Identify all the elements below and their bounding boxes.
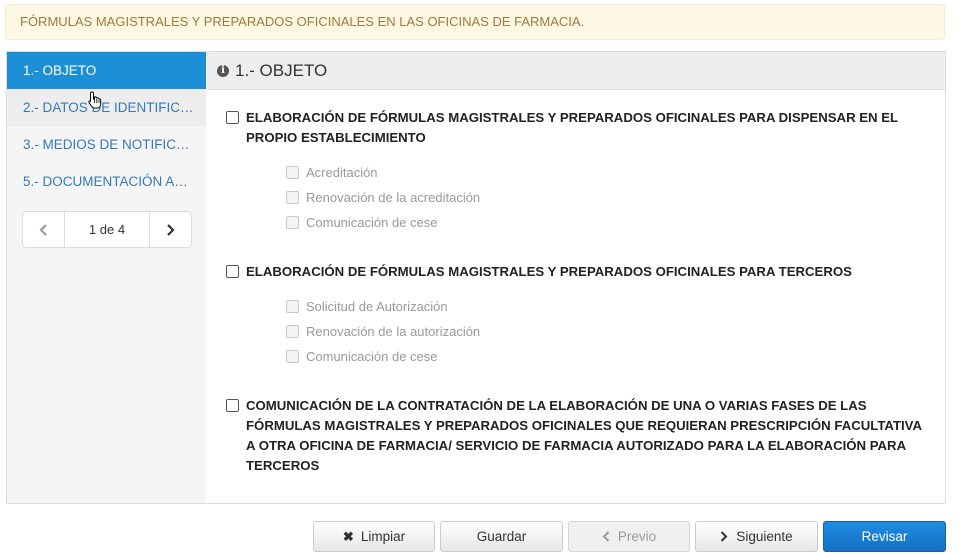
content-area: i 1.- OBJETO ELABORACIÓN DE FÓRMULAS MAG…	[206, 52, 945, 503]
sub-option: Renovación de la autorización	[286, 319, 926, 344]
sub-option-label: Renovación de la acreditación	[306, 190, 481, 205]
info-icon: i	[217, 64, 229, 77]
sub-option-label: Comunicación de cese	[306, 349, 438, 364]
sidebar-item-medios-notificacion[interactable]: 3.- MEDIOS DE NOTIFICACIÓN	[7, 126, 206, 163]
chevron-right-icon	[167, 223, 175, 236]
sub-option: Acreditación	[286, 160, 926, 185]
info-banner: FÓRMULAS MAGISTRALES Y PREPARADOS OFICIN…	[5, 4, 945, 40]
sub-option: Comunicación de cese	[286, 210, 926, 235]
review-button-label: Revisar	[861, 529, 908, 544]
option-group-3: COMUNICACIÓN DE LA CONTRATACIÓN DE LA EL…	[226, 396, 926, 476]
main-option-2: ELABORACIÓN DE FÓRMULAS MAGISTRALES Y PR…	[226, 262, 926, 282]
sub-option-label: Renovación de la autorización	[306, 324, 481, 339]
main-option-1-label[interactable]: ELABORACIÓN DE FÓRMULAS MAGISTRALES Y PR…	[246, 108, 926, 148]
sub-option-checkbox[interactable]	[286, 350, 299, 363]
main-option-3-checkbox[interactable]	[226, 399, 239, 412]
main-option-3: COMUNICACIÓN DE LA CONTRATACIÓN DE LA EL…	[226, 396, 926, 476]
footer-actions: ✖ Limpiar Guardar Previo Siguiente Revis…	[0, 521, 964, 553]
clear-button[interactable]: ✖ Limpiar	[313, 521, 435, 552]
hand-cursor-icon	[88, 91, 102, 109]
clear-button-label: Limpiar	[360, 529, 406, 544]
sub-option-label: Solicitud de Autorización	[306, 299, 448, 314]
main-option-1: ELABORACIÓN DE FÓRMULAS MAGISTRALES Y PR…	[226, 108, 926, 148]
chevron-left-icon	[602, 531, 610, 542]
sidebar-pager: 1 de 4	[22, 211, 192, 248]
save-button[interactable]: Guardar	[440, 521, 563, 552]
next-button-label: Siguiente	[736, 529, 793, 544]
sub-option: Comunicación de cese	[286, 344, 926, 369]
option-group-1: ELABORACIÓN DE FÓRMULAS MAGISTRALES Y PR…	[226, 108, 926, 235]
review-button[interactable]: Revisar	[823, 521, 946, 552]
chevron-left-icon	[39, 223, 47, 236]
sub-option-checkbox[interactable]	[286, 300, 299, 313]
pager-status: 1 de 4	[88, 222, 126, 237]
pager-prev-button[interactable]	[23, 212, 65, 247]
previous-button-label: Previo	[617, 529, 657, 544]
sub-option: Solicitud de Autorización	[286, 294, 926, 319]
banner-text: FÓRMULAS MAGISTRALES Y PREPARADOS OFICIN…	[20, 14, 585, 29]
main-option-2-label[interactable]: ELABORACIÓN DE FÓRMULAS MAGISTRALES Y PR…	[246, 262, 926, 282]
option-group-2: ELABORACIÓN DE FÓRMULAS MAGISTRALES Y PR…	[226, 262, 926, 369]
form-panel: 1.- OBJETO 2.- DATOS DE IDENTIFICACIÓN 3…	[6, 51, 946, 504]
sub-option-label: Acreditación	[306, 165, 378, 180]
sub-option-checkbox[interactable]	[286, 191, 299, 204]
previous-button[interactable]: Previo	[568, 521, 690, 552]
content-header: i 1.- OBJETO	[206, 52, 945, 90]
main-option-1-checkbox[interactable]	[226, 111, 239, 124]
close-icon: ✖	[342, 528, 354, 544]
sidebar-item-objeto[interactable]: 1.- OBJETO	[7, 52, 206, 89]
sidebar-item-datos-identificacion[interactable]: 2.- DATOS DE IDENTIFICACIÓN	[7, 89, 206, 126]
sub-option-checkbox[interactable]	[286, 216, 299, 229]
save-button-label: Guardar	[476, 529, 527, 544]
next-button[interactable]: Siguiente	[695, 521, 818, 552]
chevron-right-icon	[721, 531, 728, 542]
main-option-2-checkbox[interactable]	[226, 265, 239, 278]
sub-option-checkbox[interactable]	[286, 166, 299, 179]
sub-option-label: Comunicación de cese	[306, 215, 438, 230]
sidebar: 1.- OBJETO 2.- DATOS DE IDENTIFICACIÓN 3…	[7, 52, 206, 503]
page-title: 1.- OBJETO	[235, 60, 328, 80]
pager-next-button[interactable]	[149, 212, 191, 247]
sidebar-item-documentacion-adicional[interactable]: 5.- DOCUMENTACIÓN ADICIONAL	[7, 163, 206, 200]
sub-option-checkbox[interactable]	[286, 325, 299, 338]
main-option-3-label[interactable]: COMUNICACIÓN DE LA CONTRATACIÓN DE LA EL…	[246, 396, 926, 476]
sub-option: Renovación de la acreditación	[286, 185, 926, 210]
